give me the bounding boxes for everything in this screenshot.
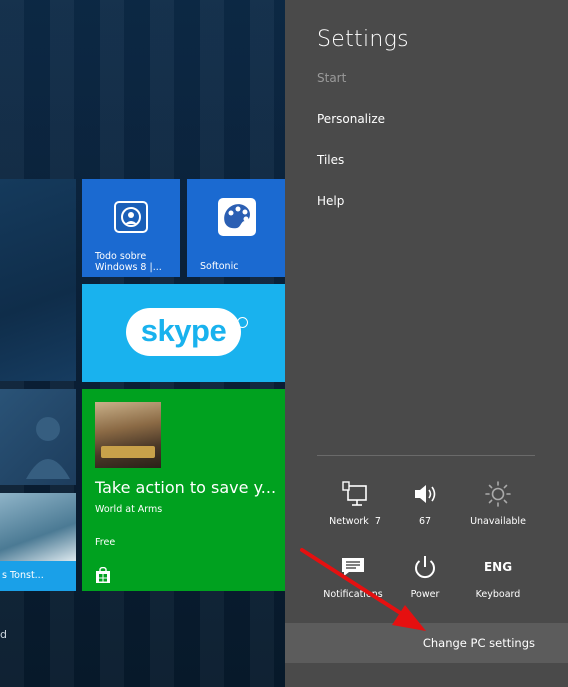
tile-world-at-arms[interactable]: Take action to save y... World at Arms F… <box>82 389 285 591</box>
tile-label-partial: s Tonst... <box>2 570 44 581</box>
network-icon <box>342 481 367 506</box>
skype-logo: skype <box>126 308 241 356</box>
store-bag-icon <box>96 567 110 583</box>
skype-trademark-icon <box>237 317 248 328</box>
settings-item-help[interactable]: Help <box>317 194 344 208</box>
keyboard-icon: ENG <box>483 560 513 574</box>
volume-button[interactable]: 67 <box>385 480 465 527</box>
network-button[interactable]: Network 7 <box>315 480 395 527</box>
cut-off-text: d <box>0 628 7 641</box>
tile-skype[interactable]: skype <box>82 284 285 382</box>
power-icon <box>415 556 435 579</box>
world-at-arms-app-name: World at Arms <box>95 504 163 515</box>
power-label: Power <box>410 589 440 600</box>
app-bag-icon <box>114 201 148 233</box>
keyboard-button[interactable]: ENG Keyboard <box>458 553 538 600</box>
tile-image-area <box>0 493 76 561</box>
brightness-icon <box>485 481 511 507</box>
speaker-icon <box>415 485 436 503</box>
tile-partial-bottom-left[interactable]: s Tonst... <box>0 493 76 591</box>
network-label: Network 7 <box>329 516 381 527</box>
keyboard-label: Keyboard <box>475 589 521 600</box>
world-at-arms-logo-art <box>101 446 155 458</box>
notifications-icon <box>342 558 364 576</box>
settings-item-tiles[interactable]: Tiles <box>317 153 344 167</box>
tile-blurred-middle-left[interactable] <box>0 389 76 485</box>
settings-item-personalize[interactable]: Personalize <box>317 112 385 126</box>
settings-title: Settings <box>317 27 409 52</box>
settings-panel: Settings Start Personalize Tiles Help Ne… <box>285 0 568 687</box>
tile-todo-sobre-label: Todo sobre Windows 8 |... <box>95 251 162 273</box>
brightness-button[interactable]: Unavailable <box>458 480 538 527</box>
power-button[interactable]: Power <box>385 553 465 600</box>
tile-softonic-label: Softonic <box>200 261 239 272</box>
change-pc-settings-button[interactable]: Change PC settings <box>285 623 568 663</box>
skype-logo-text: skype <box>140 313 227 348</box>
person-silhouette-icon <box>26 417 70 479</box>
brightness-label: Unavailable <box>470 516 526 527</box>
palette-icon <box>218 198 256 236</box>
world-at-arms-headline: Take action to save y... <box>95 478 277 497</box>
world-at-arms-price: Free <box>95 537 116 548</box>
volume-label: 67 <box>418 516 432 527</box>
notifications-button[interactable]: Notifications <box>313 553 393 600</box>
world-at-arms-app-image <box>95 402 161 468</box>
notifications-label: Notifications <box>323 589 383 600</box>
tile-todo-sobre-windows-8[interactable]: Todo sobre Windows 8 |... <box>82 179 180 277</box>
settings-context-start: Start <box>317 71 347 85</box>
tile-blurred-top-left[interactable] <box>0 179 76 381</box>
tile-softonic[interactable]: Softonic <box>187 179 285 277</box>
quick-settings-divider <box>317 455 535 456</box>
change-pc-settings-label: Change PC settings <box>422 636 535 650</box>
